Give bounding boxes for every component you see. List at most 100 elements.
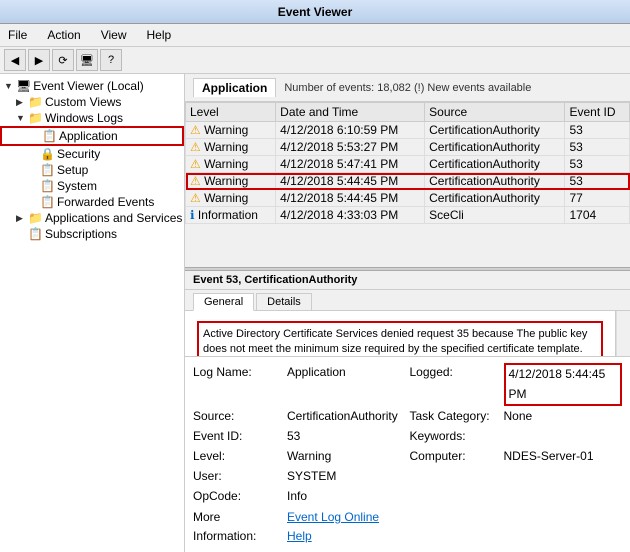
label-logname: Log Name:	[193, 363, 283, 405]
sidebar-label-event-viewer: Event Viewer (Local)	[33, 79, 144, 93]
sidebar-item-event-viewer-local[interactable]: ▼ 🖥 Event Viewer (Local)	[0, 78, 184, 94]
main-layout: ▼ 🖥 Event Viewer (Local) ▶ 📁 Custom View…	[0, 74, 630, 552]
cell-source: SceCli	[425, 207, 565, 224]
sidebar-label-custom-views: Custom Views	[45, 95, 121, 109]
col-level[interactable]: Level	[186, 103, 276, 122]
events-section: Level Date and Time Source Event ID ⚠ Wa…	[185, 102, 630, 267]
sidebar-label-application: Application	[59, 129, 118, 143]
cell-eventid: 77	[565, 190, 630, 207]
detail-content: Active Directory Certificate Services de…	[185, 311, 630, 356]
col-eventid[interactable]: Event ID	[565, 103, 630, 122]
tab-details[interactable]: Details	[256, 293, 312, 310]
value-keywords	[504, 427, 623, 446]
toggle-icon: ▼	[4, 81, 16, 91]
label-eventid: Event ID:	[193, 427, 283, 446]
cell-level: ⚠ Warning	[186, 173, 276, 190]
folder-icon: 📁	[28, 95, 43, 109]
menu-view[interactable]: View	[97, 26, 131, 44]
sidebar-item-forwarded-events[interactable]: 📋 Forwarded Events	[0, 194, 184, 210]
sidebar-item-setup[interactable]: 📋 Setup	[0, 162, 184, 178]
cell-eventid: 53	[565, 173, 630, 190]
cell-eventid: 1704	[565, 207, 630, 224]
sidebar-item-system[interactable]: 📋 System	[0, 178, 184, 194]
toggle-icon: ▼	[16, 113, 28, 123]
title-bar: Event Viewer	[0, 0, 630, 24]
col-source[interactable]: Source	[425, 103, 565, 122]
label-user: User:	[193, 467, 283, 486]
toggle-icon	[28, 181, 40, 191]
sidebar-item-security[interactable]: 🔒 Security	[0, 146, 184, 162]
toggle-icon	[16, 229, 28, 239]
cell-source: CertificationAuthority	[425, 139, 565, 156]
sidebar-item-subscriptions[interactable]: 📋 Subscriptions	[0, 226, 184, 242]
table-row[interactable]: ⚠ Warning 4/12/2018 5:53:27 PM Certifica…	[186, 139, 630, 156]
event-detail-header: Event 53, CertificationAuthority	[185, 271, 630, 290]
log-icon: 📋	[40, 195, 55, 209]
tab-label: Application	[202, 81, 267, 95]
toggle-icon: ▶	[16, 213, 28, 224]
lock-icon: 🔒	[40, 147, 55, 161]
menu-bar: File Action View Help	[0, 24, 630, 47]
sidebar-item-application[interactable]: 📋 Application	[0, 126, 184, 146]
cell-date: 4/12/2018 5:44:45 PM	[276, 173, 425, 190]
log-icon: 📋	[42, 129, 57, 143]
menu-action[interactable]: Action	[43, 26, 84, 44]
sidebar-item-apps-services[interactable]: ▶ 📁 Applications and Services Logs	[0, 210, 184, 226]
computer-icon: 🖥	[16, 79, 31, 93]
menu-help[interactable]: Help	[143, 26, 176, 44]
tab-general[interactable]: General	[193, 293, 254, 311]
value-opcode: Info	[287, 487, 406, 506]
folder-icon: 📁	[28, 111, 43, 125]
app-header: Application Number of events: 18,082 (!)…	[185, 74, 630, 102]
value-logged: 4/12/2018 5:44:45 PM	[504, 363, 623, 405]
cell-eventid: 53	[565, 122, 630, 139]
label-computer: Computer:	[410, 447, 500, 466]
label-level: Level:	[193, 447, 283, 466]
label-moreinfo: More Information:	[193, 508, 283, 546]
forward-button[interactable]: ▶	[28, 49, 50, 71]
sidebar-item-windows-logs[interactable]: ▼ 📁 Windows Logs	[0, 110, 184, 126]
table-row[interactable]: ⚠ Warning 4/12/2018 5:44:45 PM Certifica…	[186, 190, 630, 207]
sidebar-label-setup: Setup	[57, 163, 88, 177]
sidebar-label-windows-logs: Windows Logs	[45, 111, 123, 125]
col-date[interactable]: Date and Time	[276, 103, 425, 122]
detail-description: Active Directory Certificate Services de…	[197, 321, 603, 356]
cell-date: 4/12/2018 5:47:41 PM	[276, 156, 425, 173]
detail-scrollbar[interactable]	[616, 311, 630, 356]
refresh-button[interactable]: ⟳	[52, 49, 74, 71]
cell-source: CertificationAuthority	[425, 173, 565, 190]
event-log-online-help-link[interactable]: Event Log Online Help	[287, 510, 379, 543]
application-tab[interactable]: Application	[193, 78, 276, 97]
cell-level: ℹ Information	[186, 207, 276, 224]
table-row[interactable]: ⚠ Warning 4/12/2018 5:44:45 PM Certifica…	[186, 173, 630, 190]
value-level: Warning	[287, 447, 406, 466]
cell-level: ⚠ Warning	[186, 156, 276, 173]
help-button[interactable]: ?	[100, 49, 122, 71]
toggle-icon	[28, 149, 40, 159]
value-taskcategory: None	[504, 407, 623, 426]
computer-button[interactable]: 🖥	[76, 49, 98, 71]
back-button[interactable]: ◀	[4, 49, 26, 71]
sidebar-label-subscriptions: Subscriptions	[45, 227, 117, 241]
table-row[interactable]: ⚠ Warning 4/12/2018 6:10:59 PM Certifica…	[186, 122, 630, 139]
toolbar: ◀ ▶ ⟳ 🖥 ?	[0, 47, 630, 74]
sidebar-label-apps-services: Applications and Services Logs	[45, 211, 185, 225]
value-eventid: 53	[287, 427, 406, 446]
sidebar: ▼ 🖥 Event Viewer (Local) ▶ 📁 Custom View…	[0, 74, 185, 552]
right-panel: Application Number of events: 18,082 (!)…	[185, 74, 630, 552]
sidebar-label-forwarded-events: Forwarded Events	[57, 195, 154, 209]
sidebar-item-custom-views[interactable]: ▶ 📁 Custom Views	[0, 94, 184, 110]
cell-source: CertificationAuthority	[425, 122, 565, 139]
logged-highlight: 4/12/2018 5:44:45 PM	[504, 363, 623, 405]
table-scroll[interactable]: Level Date and Time Source Event ID ⚠ Wa…	[185, 102, 630, 267]
table-row[interactable]: ⚠ Warning 4/12/2018 5:47:41 PM Certifica…	[186, 156, 630, 173]
table-row[interactable]: ℹ Information 4/12/2018 4:33:03 PM SceCl…	[186, 207, 630, 224]
value-logname: Application	[287, 363, 406, 405]
menu-file[interactable]: File	[4, 26, 31, 44]
cell-level: ⚠ Warning	[186, 122, 276, 139]
label-opcode: OpCode:	[193, 487, 283, 506]
sidebar-label-security: Security	[57, 147, 100, 161]
toggle-icon	[28, 197, 40, 207]
detail-tabs: General Details	[185, 290, 630, 311]
cell-source: CertificationAuthority	[425, 156, 565, 173]
